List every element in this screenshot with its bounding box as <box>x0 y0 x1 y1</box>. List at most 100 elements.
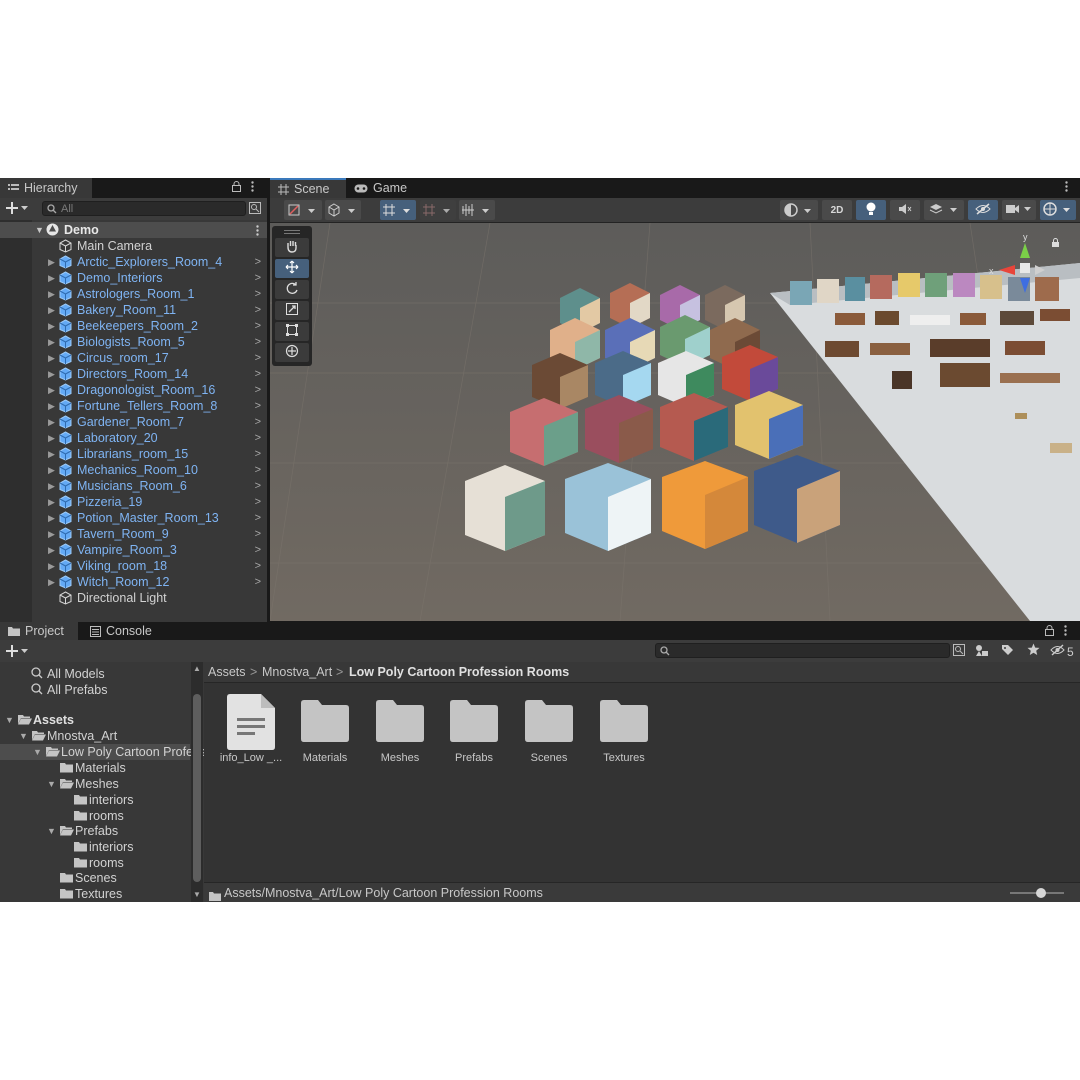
open-prefab-chevron-icon[interactable]: > <box>255 574 261 590</box>
tab-console[interactable]: Console <box>82 622 162 640</box>
folder-tree-scroll-thumb[interactable] <box>193 694 201 882</box>
folder-tree-item[interactable]: interiors <box>0 839 190 855</box>
hierarchy-item[interactable]: ▶ Demo_Interiors > <box>0 270 267 286</box>
icon-size-slider-handle[interactable] <box>1036 888 1046 898</box>
expand-arrow-icon[interactable]: ▼ <box>35 222 44 238</box>
more-options-icon[interactable] <box>251 181 254 195</box>
scroll-up-arrow-icon[interactable]: ▲ <box>193 664 201 673</box>
folder-tree-item[interactable]: ▼ Prefabs <box>0 823 190 839</box>
hierarchy-item[interactable]: ▶ Laboratory_20 > <box>0 430 267 446</box>
folder-tree-item[interactable]: Scenes <box>0 870 190 886</box>
expand-arrow-icon[interactable]: ▶ <box>48 398 55 414</box>
open-prefab-chevron-icon[interactable]: > <box>255 286 261 302</box>
folder-tree-item[interactable]: Materials <box>0 760 190 776</box>
effects-dropdown[interactable] <box>924 200 964 220</box>
hierarchy-item[interactable]: ▶ Mechanics_Room_10 > <box>0 462 267 478</box>
open-prefab-chevron-icon[interactable]: > <box>255 334 261 350</box>
hierarchy-item[interactable]: ▶ Bakery_Room_11 > <box>0 302 267 318</box>
expand-arrow-icon[interactable]: ▶ <box>48 254 55 270</box>
camera-settings-dropdown[interactable] <box>1002 200 1036 220</box>
transform-tool-button[interactable] <box>275 343 309 362</box>
expand-arrow-icon[interactable]: ▶ <box>48 558 55 574</box>
open-prefab-chevron-icon[interactable]: > <box>255 398 261 414</box>
hierarchy-item[interactable]: ▶ Tavern_Room_9 > <box>0 526 267 542</box>
2d-mode-toggle[interactable]: 2D <box>822 200 852 220</box>
expand-arrow-icon[interactable]: ▶ <box>48 574 55 590</box>
open-prefab-chevron-icon[interactable]: > <box>255 302 261 318</box>
lighting-toggle[interactable] <box>856 200 886 220</box>
draw-mode-dropdown[interactable] <box>780 200 818 220</box>
hierarchy-item[interactable]: ▶ Biologists_Room_5 > <box>0 334 267 350</box>
open-prefab-chevron-icon[interactable]: > <box>255 254 261 270</box>
audio-toggle[interactable] <box>890 200 920 220</box>
hierarchy-item[interactable]: ▶ Arctic_Explorers_Room_4 > <box>0 254 267 270</box>
open-prefab-chevron-icon[interactable]: > <box>255 430 261 446</box>
hierarchy-item[interactable]: ▶ Pizzeria_19 > <box>0 494 267 510</box>
expand-arrow-icon[interactable]: ▼ <box>19 728 28 744</box>
breadcrumb-mnostva-art[interactable]: Mnostva_Art <box>262 662 332 682</box>
expand-arrow-icon[interactable]: ▶ <box>48 286 55 302</box>
tab-hierarchy[interactable]: Hierarchy <box>0 178 92 198</box>
scene-visibility-toggle[interactable] <box>968 200 998 220</box>
rotate-tool-button[interactable] <box>275 280 309 299</box>
snap-settings-dropdown[interactable] <box>459 200 495 220</box>
expand-arrow-icon[interactable]: ▶ <box>48 350 55 366</box>
search-options-icon[interactable] <box>249 202 261 217</box>
tool-settings-dropdown[interactable] <box>284 200 322 220</box>
scale-tool-button[interactable] <box>275 301 309 320</box>
hierarchy-item[interactable]: ▶ Astrologers_Room_1 > <box>0 286 267 302</box>
tab-project[interactable]: Project <box>0 622 78 640</box>
expand-arrow-icon[interactable]: ▶ <box>48 542 55 558</box>
hidden-packages-toggle[interactable]: 5 <box>1050 644 1074 659</box>
scene-root-row[interactable]: ▼ Demo <box>0 222 267 238</box>
open-prefab-chevron-icon[interactable]: > <box>255 446 261 462</box>
saved-search-item[interactable]: All Models <box>0 666 190 682</box>
hierarchy-item[interactable]: ▶ Librarians_room_15 > <box>0 446 267 462</box>
scroll-down-arrow-icon[interactable]: ▼ <box>193 890 201 899</box>
hierarchy-item[interactable]: ▶ Fortune_Tellers_Room_8 > <box>0 398 267 414</box>
expand-arrow-icon[interactable]: ▶ <box>48 302 55 318</box>
hierarchy-item[interactable]: ▶ Beekeepers_Room_2 > <box>0 318 267 334</box>
hierarchy-item[interactable]: ▶ Witch_Room_12 > <box>0 574 267 590</box>
icon-size-slider[interactable] <box>1010 888 1064 898</box>
folder-tree-scrollbar[interactable]: ▲ ▼ <box>191 662 203 902</box>
favorite-star-icon[interactable] <box>1027 643 1040 659</box>
breadcrumb-current[interactable]: Low Poly Cartoon Profession Rooms <box>349 662 569 682</box>
increment-snap-dropdown[interactable] <box>420 200 456 220</box>
folder-tree-item[interactable]: ▼ Mnostva_Art <box>0 728 190 744</box>
project-create-plus-icon[interactable] <box>6 644 28 661</box>
hierarchy-item[interactable]: Directional Light <box>0 590 267 606</box>
open-prefab-chevron-icon[interactable]: > <box>255 510 261 526</box>
project-more-icon[interactable] <box>1064 625 1067 639</box>
breadcrumb-assets[interactable]: Assets <box>208 662 246 682</box>
expand-arrow-icon[interactable]: ▶ <box>48 318 55 334</box>
filter-by-type-icon[interactable] <box>975 644 989 660</box>
rect-tool-button[interactable] <box>275 322 309 341</box>
overlay-grip[interactable] <box>284 230 300 231</box>
tab-scene[interactable]: Scene <box>270 178 346 198</box>
open-prefab-chevron-icon[interactable]: > <box>255 542 261 558</box>
open-prefab-chevron-icon[interactable]: > <box>255 462 261 478</box>
open-prefab-chevron-icon[interactable]: > <box>255 366 261 382</box>
open-prefab-chevron-icon[interactable]: > <box>255 494 261 510</box>
folder-tree-item[interactable]: interiors <box>0 792 190 808</box>
folder-tree-item[interactable]: rooms <box>0 808 190 824</box>
open-prefab-chevron-icon[interactable]: > <box>255 526 261 542</box>
expand-arrow-icon[interactable]: ▼ <box>47 776 56 792</box>
open-prefab-chevron-icon[interactable]: > <box>255 558 261 574</box>
scene-more-options-icon[interactable] <box>1065 181 1068 195</box>
open-prefab-chevron-icon[interactable]: > <box>255 318 261 334</box>
hierarchy-item[interactable]: ▶ Viking_room_18 > <box>0 558 267 574</box>
expand-arrow-icon[interactable]: ▼ <box>33 744 42 760</box>
hand-tool-button[interactable] <box>275 238 309 257</box>
expand-arrow-icon[interactable]: ▶ <box>48 270 55 286</box>
expand-arrow-icon[interactable]: ▶ <box>48 526 55 542</box>
hierarchy-search-input[interactable]: All <box>42 201 246 216</box>
create-plus-icon[interactable] <box>6 201 28 218</box>
saved-search-item[interactable]: All Prefabs <box>0 682 190 698</box>
open-prefab-chevron-icon[interactable]: > <box>255 414 261 430</box>
hierarchy-item[interactable]: ▶ Potion_Master_Room_13 > <box>0 510 267 526</box>
hierarchy-item[interactable]: ▶ Gardener_Room_7 > <box>0 414 267 430</box>
expand-arrow-icon[interactable]: ▶ <box>48 334 55 350</box>
project-search-input[interactable] <box>655 643 950 658</box>
